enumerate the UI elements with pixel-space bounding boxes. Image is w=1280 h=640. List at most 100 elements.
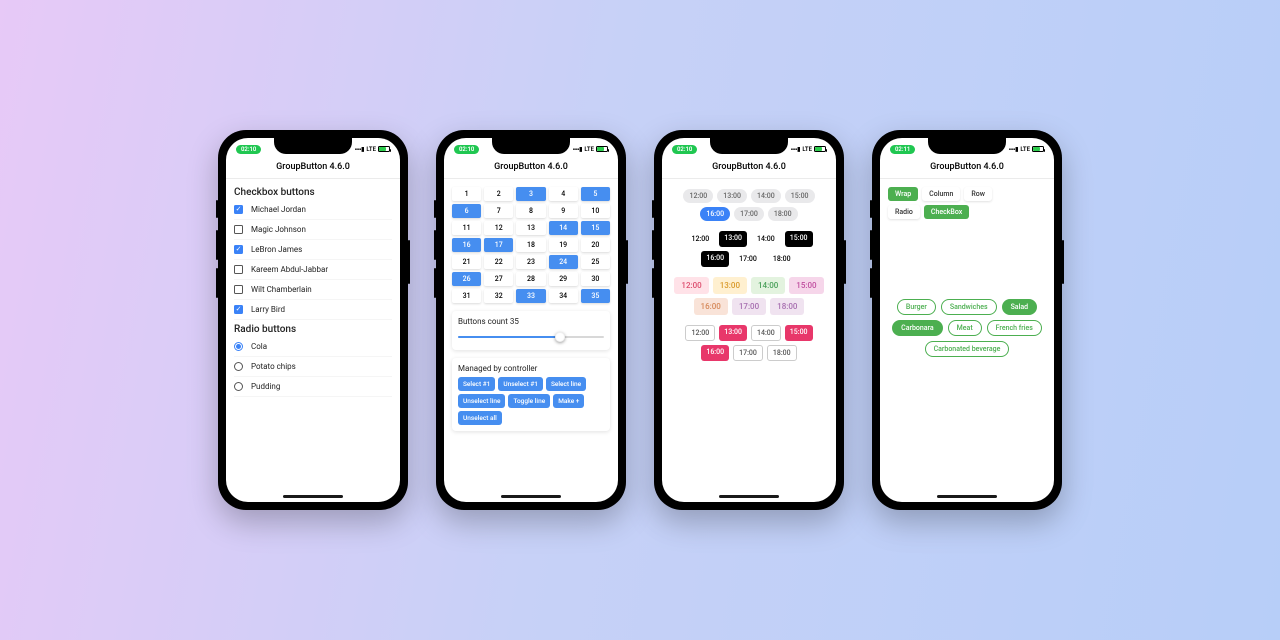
number-cell[interactable]: 3 <box>516 187 545 201</box>
time-chip[interactable]: 15:00 <box>785 325 813 341</box>
number-cell[interactable]: 32 <box>484 289 513 303</box>
number-cell[interactable]: 28 <box>516 272 545 286</box>
number-cell[interactable]: 17 <box>484 238 513 252</box>
checkbox-row[interactable]: Michael Jordan <box>234 200 392 220</box>
radio-icon[interactable] <box>234 342 243 351</box>
number-cell[interactable]: 4 <box>549 187 578 201</box>
time-chip[interactable]: 12:00 <box>685 231 715 247</box>
number-cell[interactable]: 14 <box>549 221 578 235</box>
number-cell[interactable]: 30 <box>581 272 610 286</box>
radio-icon[interactable] <box>234 382 243 391</box>
time-chip[interactable]: 15:00 <box>789 277 823 294</box>
checkbox-icon[interactable] <box>234 265 243 274</box>
time-chip[interactable]: 18:00 <box>770 298 804 315</box>
number-cell[interactable]: 5 <box>581 187 610 201</box>
time-chip[interactable]: 14:00 <box>751 189 781 203</box>
checkbox-row[interactable]: Magic Johnson <box>234 220 392 240</box>
mode-option[interactable]: Radio <box>888 205 920 219</box>
food-chip[interactable]: Salad <box>1002 299 1038 315</box>
layout-option[interactable]: Row <box>964 187 992 201</box>
food-chip[interactable]: Sandwiches <box>941 299 997 315</box>
layout-option[interactable]: Wrap <box>888 187 918 201</box>
number-cell[interactable]: 7 <box>484 204 513 218</box>
layout-option[interactable]: Column <box>922 187 960 201</box>
controller-button[interactable]: Toggle line <box>508 394 550 408</box>
food-chip[interactable]: Carbonated beverage <box>925 341 1010 357</box>
controller-button[interactable]: Unselect all <box>458 411 502 425</box>
number-cell[interactable]: 20 <box>581 238 610 252</box>
number-cell[interactable]: 8 <box>516 204 545 218</box>
time-chip[interactable]: 17:00 <box>733 251 763 267</box>
number-cell[interactable]: 33 <box>516 289 545 303</box>
number-cell[interactable]: 9 <box>549 204 578 218</box>
controller-button[interactable]: Select line <box>546 377 586 391</box>
time-chip[interactable]: 14:00 <box>751 231 781 247</box>
controller-button[interactable]: Unselect line <box>458 394 505 408</box>
number-cell[interactable]: 29 <box>549 272 578 286</box>
controller-button[interactable]: Select #1 <box>458 377 495 391</box>
number-cell[interactable]: 27 <box>484 272 513 286</box>
number-cell[interactable]: 21 <box>452 255 481 269</box>
checkbox-icon[interactable] <box>234 225 243 234</box>
number-cell[interactable]: 25 <box>581 255 610 269</box>
number-cell[interactable]: 11 <box>452 221 481 235</box>
time-chip[interactable]: 16:00 <box>701 345 729 361</box>
checkbox-icon[interactable] <box>234 205 243 214</box>
time-chip[interactable]: 16:00 <box>700 207 730 221</box>
buttons-count-slider[interactable] <box>458 330 604 344</box>
radio-icon[interactable] <box>234 362 243 371</box>
checkbox-icon[interactable] <box>234 285 243 294</box>
number-cell[interactable]: 26 <box>452 272 481 286</box>
number-cell[interactable]: 6 <box>452 204 481 218</box>
number-cell[interactable]: 15 <box>581 221 610 235</box>
home-indicator[interactable] <box>283 495 343 498</box>
time-chip[interactable]: 13:00 <box>719 325 747 341</box>
time-chip[interactable]: 12:00 <box>685 325 715 341</box>
time-chip[interactable]: 17:00 <box>734 207 764 221</box>
time-chip[interactable]: 13:00 <box>719 231 747 247</box>
checkbox-icon[interactable] <box>234 305 243 314</box>
checkbox-row[interactable]: Larry Bird <box>234 300 392 320</box>
food-chip[interactable]: French fries <box>987 320 1042 336</box>
checkbox-row[interactable]: LeBron James <box>234 240 392 260</box>
time-chip[interactable]: 18:00 <box>767 345 797 361</box>
time-chip[interactable]: 18:00 <box>767 251 797 267</box>
home-indicator[interactable] <box>501 495 561 498</box>
checkbox-row[interactable]: Wilt Chamberlain <box>234 280 392 300</box>
time-chip[interactable]: 14:00 <box>751 277 785 294</box>
time-chip[interactable]: 16:00 <box>701 251 729 267</box>
time-chip[interactable]: 12:00 <box>683 189 713 203</box>
controller-button[interactable]: Make + <box>553 394 584 408</box>
radio-row[interactable]: Pudding <box>234 377 392 397</box>
number-cell[interactable]: 1 <box>452 187 481 201</box>
checkbox-icon[interactable] <box>234 245 243 254</box>
time-chip[interactable]: 15:00 <box>785 189 815 203</box>
mode-option[interactable]: CheckBox <box>924 205 969 219</box>
time-chip[interactable]: 13:00 <box>717 189 747 203</box>
time-chip[interactable]: 17:00 <box>732 298 766 315</box>
food-chip[interactable]: Meat <box>948 320 982 336</box>
number-cell[interactable]: 13 <box>516 221 545 235</box>
home-indicator[interactable] <box>719 495 779 498</box>
number-cell[interactable]: 2 <box>484 187 513 201</box>
number-cell[interactable]: 18 <box>516 238 545 252</box>
controller-button[interactable]: Unselect #1 <box>498 377 543 391</box>
time-chip[interactable]: 15:00 <box>785 231 813 247</box>
checkbox-row[interactable]: Kareem Abdul-Jabbar <box>234 260 392 280</box>
number-cell[interactable]: 35 <box>581 289 610 303</box>
time-chip[interactable]: 17:00 <box>733 345 763 361</box>
food-chip[interactable]: Burger <box>897 299 936 315</box>
radio-row[interactable]: Potato chips <box>234 357 392 377</box>
number-cell[interactable]: 24 <box>549 255 578 269</box>
number-cell[interactable]: 19 <box>549 238 578 252</box>
food-chip[interactable]: Carbonara <box>892 320 943 336</box>
time-chip[interactable]: 13:00 <box>713 277 747 294</box>
radio-row[interactable]: Cola <box>234 337 392 357</box>
number-cell[interactable]: 12 <box>484 221 513 235</box>
number-cell[interactable]: 23 <box>516 255 545 269</box>
number-cell[interactable]: 22 <box>484 255 513 269</box>
number-cell[interactable]: 31 <box>452 289 481 303</box>
home-indicator[interactable] <box>937 495 997 498</box>
time-chip[interactable]: 18:00 <box>768 207 798 221</box>
time-chip[interactable]: 16:00 <box>694 298 728 315</box>
